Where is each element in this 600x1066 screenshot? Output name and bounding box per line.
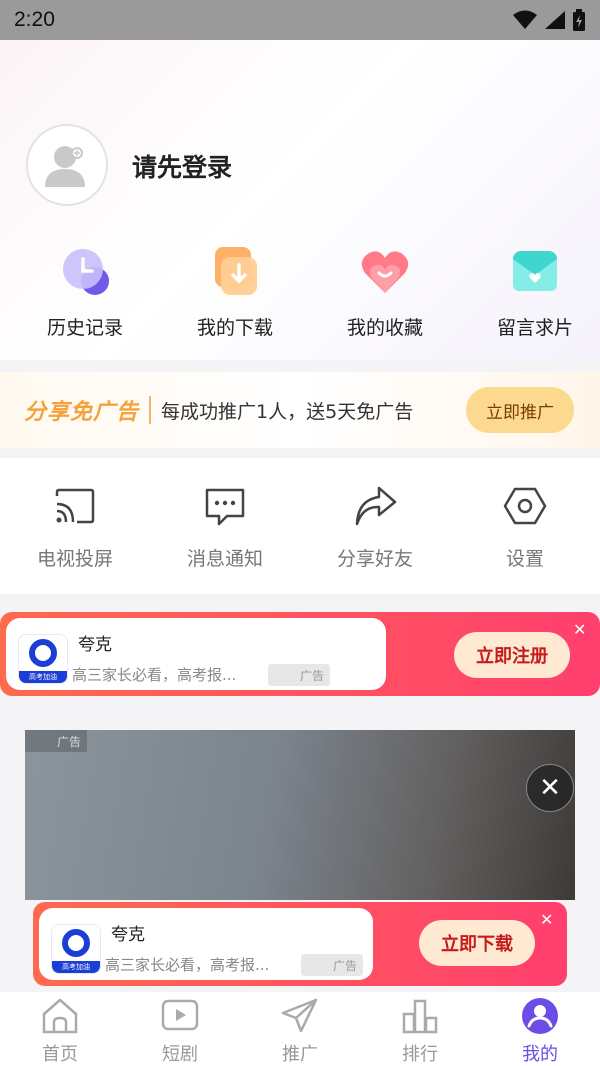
- tool-share[interactable]: 分享好友: [300, 458, 450, 594]
- quick-action-download[interactable]: 我的下载: [170, 245, 300, 340]
- profile-header: 请先登录 历史记录 我的下载 我的收藏 留言求片: [0, 40, 600, 360]
- message-box-icon: [513, 251, 557, 291]
- promo-divider: [149, 396, 152, 424]
- ad-label-badge: 广告: [301, 954, 363, 976]
- ranking-icon: [402, 999, 438, 1034]
- tab-promote[interactable]: 推广: [240, 992, 360, 1066]
- home-icon: [42, 998, 78, 1034]
- ad-app-name: 夸克: [111, 925, 145, 945]
- tab-home[interactable]: 首页: [0, 992, 120, 1066]
- status-icons: [512, 9, 586, 31]
- wifi-icon: [513, 10, 537, 29]
- quick-action-label: 历史记录: [46, 317, 123, 339]
- quick-action-request[interactable]: 留言求片: [470, 245, 600, 340]
- quark-logo-mark: [62, 929, 90, 957]
- status-bar: 2:20: [0, 0, 600, 40]
- bottom-tab-bar: 首页 短剧 推广 排行 我的: [0, 992, 600, 1066]
- ad-close-icon[interactable]: ✕: [573, 620, 586, 639]
- ad-label-badge: 广告: [268, 664, 330, 686]
- profile-icon: [522, 998, 558, 1034]
- logo-caption: 高考加油: [52, 961, 100, 973]
- message-icon: [205, 488, 245, 526]
- ad-content-panel: 高考加油 夸克 高三家长必看，高考报... 广告: [39, 908, 373, 980]
- ad-banner-bottom[interactable]: 高考加油 夸克 高三家长必看，高考报... 广告 立即下载 ✕: [33, 902, 567, 986]
- video-icon: [161, 999, 199, 1031]
- quick-action-history[interactable]: 历史记录: [20, 245, 150, 340]
- quark-logo-mark: [29, 639, 57, 667]
- ad-content-panel: 高考加油 夸克 高三家长必看，高考报... 广告: [6, 618, 386, 690]
- ad-description: 高三家长必看，高考报...: [105, 956, 270, 974]
- tool-settings[interactable]: 设置: [450, 458, 600, 594]
- tool-messages[interactable]: 消息通知: [150, 458, 300, 594]
- tab-label: 排行: [402, 1044, 438, 1065]
- cast-icon: [55, 488, 95, 524]
- battery-icon: [573, 9, 585, 31]
- quick-action-label: 我的下载: [196, 317, 273, 339]
- tool-label: 消息通知: [186, 548, 263, 570]
- status-time: 2:20: [14, 8, 55, 31]
- tab-label: 我的: [522, 1044, 558, 1065]
- quark-logo: 高考加油: [51, 924, 101, 974]
- tool-label: 设置: [505, 548, 544, 570]
- avatar[interactable]: [26, 124, 108, 206]
- login-prompt[interactable]: 请先登录: [132, 148, 232, 184]
- quick-action-label: 我的收藏: [346, 317, 423, 339]
- settings-icon: [503, 487, 547, 525]
- default-avatar-icon: [45, 146, 85, 187]
- promote-now-button[interactable]: 立即推广: [466, 387, 574, 433]
- tool-label: 电视投屏: [36, 548, 113, 570]
- favorite-heart-icon: [361, 251, 409, 293]
- share-promo-banner[interactable]: 分享免广告 每成功推广1人，送5天免广告 立即推广: [0, 372, 600, 448]
- tab-label: 短剧: [162, 1044, 198, 1065]
- ad-description: 高三家长必看，高考报...: [72, 666, 237, 684]
- video-ad[interactable]: 广告: [25, 730, 575, 900]
- register-now-button[interactable]: 立即注册: [454, 632, 570, 678]
- tab-label: 推广: [282, 1044, 318, 1065]
- ad-label-badge: 广告: [25, 730, 87, 752]
- quark-logo: 高考加油: [18, 634, 68, 684]
- tools-grid: 电视投屏 消息通知 分享好友 设置: [0, 458, 600, 594]
- send-icon: [281, 998, 318, 1033]
- tab-short-drama[interactable]: 短剧: [120, 992, 240, 1066]
- tool-cast[interactable]: 电视投屏: [0, 458, 150, 594]
- quick-action-label: 留言求片: [496, 317, 573, 339]
- promo-text: 每成功推广1人，送5天免广告: [161, 400, 414, 423]
- download-now-button[interactable]: 立即下载: [419, 920, 535, 966]
- logo-caption: 高考加油: [19, 671, 67, 683]
- ad-app-name: 夸克: [78, 635, 112, 655]
- signal-icon: [545, 11, 565, 29]
- tab-mine[interactable]: 我的: [480, 992, 600, 1066]
- quick-action-favorites[interactable]: 我的收藏: [320, 245, 450, 340]
- close-icon[interactable]: ✕: [526, 764, 574, 812]
- tab-label: 首页: [42, 1044, 78, 1065]
- ad-close-icon[interactable]: ✕: [540, 910, 553, 929]
- promo-brand: 分享免广告: [24, 400, 140, 425]
- history-clock-icon: [63, 249, 109, 295]
- quick-actions: 历史记录 我的下载 我的收藏 留言求片: [0, 245, 600, 340]
- ad-banner-top[interactable]: 高考加油 夸克 高三家长必看，高考报... 广告 立即注册 ✕: [0, 612, 600, 696]
- download-icon: [215, 247, 257, 295]
- tab-ranking[interactable]: 排行: [360, 992, 480, 1066]
- share-icon: [355, 486, 397, 526]
- tool-label: 分享好友: [336, 548, 413, 570]
